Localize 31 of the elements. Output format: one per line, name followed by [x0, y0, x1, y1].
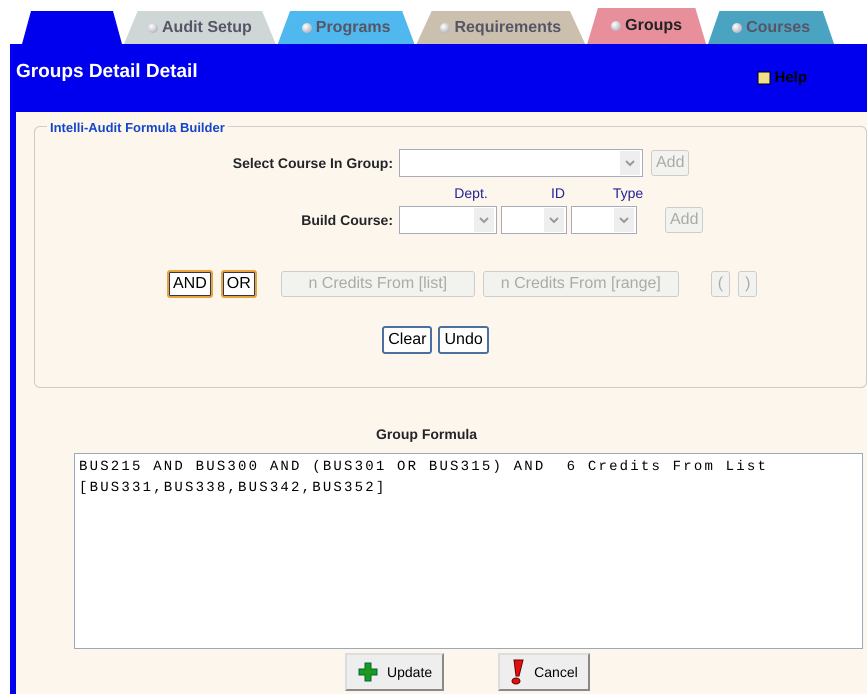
tab[interactable]: Programs [278, 11, 414, 44]
operator-button[interactable]: OR [220, 270, 257, 298]
dropdown-icon [474, 208, 494, 232]
column-label: Dept. [453, 184, 489, 203]
id-select[interactable] [501, 206, 567, 234]
course-select[interactable] [399, 149, 643, 177]
dept-select[interactable] [399, 206, 497, 234]
type-select[interactable] [571, 206, 637, 234]
field-label: Build Course: [300, 210, 394, 230]
plus-icon [357, 661, 379, 683]
page-title: Groups Detail Detail [16, 60, 198, 84]
dropdown-icon [620, 151, 640, 175]
clear-button[interactable]: Clear [382, 326, 432, 354]
column-label: Type [612, 184, 644, 203]
tab[interactable]: Audit Setup [124, 11, 276, 44]
exclamation-icon [510, 659, 526, 685]
tab[interactable]: Courses [708, 11, 834, 44]
cancel-button[interactable]: Cancel [498, 653, 590, 691]
help-icon [757, 71, 772, 85]
undo-button[interactable]: Undo [438, 326, 489, 354]
field-label: Select Course In Group: [232, 154, 394, 173]
tab[interactable]: Requirements [416, 11, 586, 44]
section-title: Group Formula [374, 425, 478, 444]
help-link[interactable]: Help [757, 68, 807, 88]
operator-button[interactable]: AND [167, 270, 213, 298]
formula-field[interactable]: BUS215 AND BUS300 AND (BUS301 OR BUS315) AND 6 Credits From List [BUS331,BUS338,BUS342,BUS352] [74, 453, 863, 649]
column-label: ID [550, 184, 566, 203]
tab[interactable]: Groups [587, 8, 706, 44]
dropdown-icon [544, 208, 564, 232]
update-button[interactable]: Update [345, 653, 444, 691]
dropdown-icon [614, 208, 634, 232]
